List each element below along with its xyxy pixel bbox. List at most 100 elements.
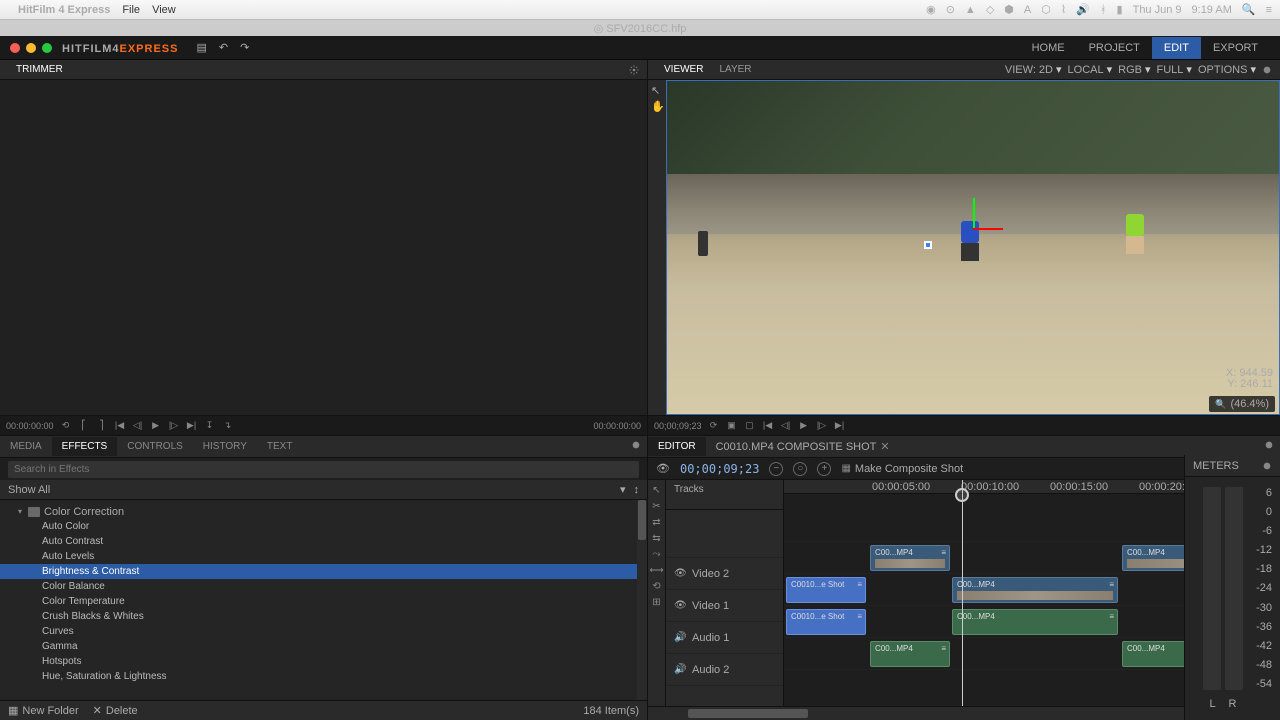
view-mode-dropdown[interactable]: VIEW: 2D ▾ bbox=[1005, 63, 1062, 76]
zoom-badge[interactable]: 🔍 (46.4%) bbox=[1209, 396, 1275, 412]
track-header-a1[interactable]: 🔊Audio 1 bbox=[666, 622, 783, 654]
playhead[interactable] bbox=[962, 480, 963, 706]
effect-item[interactable]: Auto Color bbox=[0, 519, 647, 534]
play-icon[interactable]: ▶ bbox=[150, 420, 162, 432]
effects-scrollbar[interactable] bbox=[637, 500, 647, 700]
effect-item[interactable]: Crush Blacks & Whites bbox=[0, 609, 647, 624]
timeline-timecode[interactable]: 00;00;09;23 bbox=[680, 462, 759, 476]
insert-icon[interactable]: ↧ bbox=[204, 420, 216, 432]
tab-controls[interactable]: CONTROLS bbox=[117, 437, 193, 456]
maximize-window[interactable] bbox=[42, 43, 52, 53]
clip[interactable]: C00...MP4≡ bbox=[870, 641, 950, 667]
tab-editor[interactable]: EDITOR bbox=[648, 437, 706, 456]
sort-icon[interactable]: ↕ bbox=[634, 484, 640, 496]
rate-tool[interactable]: ⟲ bbox=[651, 580, 663, 592]
tab-project[interactable]: PROJECT bbox=[1077, 37, 1152, 59]
viewer-canvas[interactable]: X: 944.59Y: 246.11 🔍 (46.4%) bbox=[666, 80, 1280, 415]
track-header-v2[interactable]: 👁Video 2 bbox=[666, 558, 783, 590]
zoom-in-button[interactable]: + bbox=[817, 462, 831, 476]
zoom-out-button[interactable]: − bbox=[769, 462, 783, 476]
effect-item[interactable]: Curves bbox=[0, 624, 647, 639]
goto-end-icon[interactable]: ▶| bbox=[834, 420, 846, 432]
effect-item[interactable]: Brightness & Contrast bbox=[0, 564, 647, 579]
search-icon[interactable]: 🔍 bbox=[1242, 3, 1256, 16]
effect-item[interactable]: Color Temperature bbox=[0, 594, 647, 609]
show-all-dropdown[interactable]: Show All▾ ↕ bbox=[0, 480, 647, 500]
status-icon[interactable]: A bbox=[1024, 4, 1031, 16]
dropbox-icon[interactable]: ⬡ bbox=[1041, 3, 1051, 16]
redo-icon[interactable]: ↷ bbox=[240, 41, 249, 54]
gear-icon[interactable] bbox=[631, 440, 641, 450]
save-icon[interactable]: ▤ bbox=[196, 41, 206, 54]
next-frame-icon[interactable]: |▷ bbox=[168, 420, 180, 432]
loop-icon[interactable]: ⟳ bbox=[708, 420, 720, 432]
wifi-icon[interactable]: ⌇ bbox=[1061, 3, 1066, 16]
status-icon[interactable]: ◇ bbox=[986, 3, 994, 16]
menu-view[interactable]: View bbox=[152, 4, 176, 16]
tab-media[interactable]: MEDIA bbox=[0, 437, 52, 456]
speaker-icon[interactable]: 🔊 bbox=[674, 632, 686, 643]
effect-item[interactable]: Hue, Saturation & Lightness bbox=[0, 669, 647, 684]
in-icon[interactable]: ▣ bbox=[726, 420, 738, 432]
in-icon[interactable]: ⎡ bbox=[78, 420, 90, 432]
menu-icon[interactable]: ≡ bbox=[1266, 4, 1272, 16]
new-folder-button[interactable]: ▦ New Folder bbox=[8, 704, 79, 717]
goto-end-icon[interactable]: ▶| bbox=[186, 420, 198, 432]
space-dropdown[interactable]: LOCAL ▾ bbox=[1068, 63, 1113, 76]
bluetooth-icon[interactable]: ᚼ bbox=[1100, 4, 1107, 16]
slide-tool[interactable]: ⇆ bbox=[651, 532, 663, 544]
tab-history[interactable]: HISTORY bbox=[193, 437, 257, 456]
tab-text[interactable]: TEXT bbox=[257, 437, 303, 456]
snap-tool[interactable]: ⊞ bbox=[651, 596, 663, 608]
out-icon[interactable]: ▢ bbox=[744, 420, 756, 432]
status-icon[interactable]: ▲ bbox=[965, 4, 976, 16]
app-name[interactable]: HitFilm 4 Express bbox=[18, 4, 110, 16]
make-composite-button[interactable]: ▦ Make Composite Shot bbox=[841, 463, 963, 475]
viewer-tab[interactable]: VIEWER bbox=[656, 61, 711, 78]
select-tool-icon[interactable]: ↖ bbox=[651, 84, 663, 96]
battery-icon[interactable]: ▮ bbox=[1117, 3, 1123, 16]
hand-tool-icon[interactable]: ✋ bbox=[651, 100, 663, 112]
delete-button[interactable]: ✕ Delete bbox=[93, 704, 138, 717]
folder-color-correction[interactable]: ▾ Color Correction bbox=[0, 504, 647, 519]
gear-icon[interactable] bbox=[629, 65, 639, 75]
clip[interactable]: C00...MP4≡ bbox=[870, 545, 950, 571]
trimmer-tab[interactable]: TRIMMER bbox=[8, 61, 71, 78]
tab-edit[interactable]: EDIT bbox=[1152, 37, 1201, 59]
out-icon[interactable]: ⎤ bbox=[96, 420, 108, 432]
selection-handle[interactable] bbox=[924, 241, 932, 249]
close-window[interactable] bbox=[10, 43, 20, 53]
ripple-tool[interactable]: ⤳ bbox=[651, 548, 663, 560]
tab-composite-shot[interactable]: C0010.MP4 COMPOSITE SHOT✕ bbox=[706, 436, 900, 457]
zoom-fit-button[interactable]: ○ bbox=[793, 462, 807, 476]
menu-file[interactable]: File bbox=[122, 4, 140, 16]
status-icon[interactable]: ◉ bbox=[926, 3, 936, 16]
tab-file[interactable]: ◎ SFV2016CC.hfp bbox=[594, 22, 687, 35]
status-icon[interactable]: ⬢ bbox=[1004, 3, 1014, 16]
loop-icon[interactable]: ⟲ bbox=[60, 420, 72, 432]
tab-effects[interactable]: EFFECTS bbox=[52, 437, 118, 456]
layer-tab[interactable]: LAYER bbox=[711, 61, 759, 78]
prev-frame-icon[interactable]: ◁| bbox=[780, 420, 792, 432]
minimize-window[interactable] bbox=[26, 43, 36, 53]
tab-home[interactable]: HOME bbox=[1020, 37, 1077, 59]
close-icon[interactable]: ✕ bbox=[880, 441, 889, 453]
effect-item[interactable]: Color Balance bbox=[0, 579, 647, 594]
visibility-icon[interactable]: 👁 bbox=[656, 462, 670, 475]
clip[interactable]: C00...MP4≡ bbox=[952, 577, 1118, 603]
status-icon[interactable]: ⊙ bbox=[946, 3, 955, 16]
slip-tool[interactable]: ⇄ bbox=[651, 516, 663, 528]
track-header-v1[interactable]: 👁Video 1 bbox=[666, 590, 783, 622]
overlay-icon[interactable]: ↴ bbox=[222, 420, 234, 432]
clock-time[interactable]: 9:19 AM bbox=[1192, 4, 1232, 16]
color-dropdown[interactable]: RGB ▾ bbox=[1118, 63, 1150, 76]
roll-tool[interactable]: ⟷ bbox=[651, 564, 663, 576]
gear-icon[interactable] bbox=[1262, 65, 1272, 75]
quality-dropdown[interactable]: FULL ▾ bbox=[1157, 63, 1192, 76]
prev-frame-icon[interactable]: ◁| bbox=[132, 420, 144, 432]
gear-icon[interactable] bbox=[1262, 461, 1272, 471]
clock-date[interactable]: Thu Jun 9 bbox=[1133, 4, 1182, 16]
effects-search-input[interactable] bbox=[8, 461, 639, 478]
clip[interactable]: C0010...e Shot≡ bbox=[786, 609, 866, 635]
gear-icon[interactable] bbox=[1264, 440, 1274, 450]
